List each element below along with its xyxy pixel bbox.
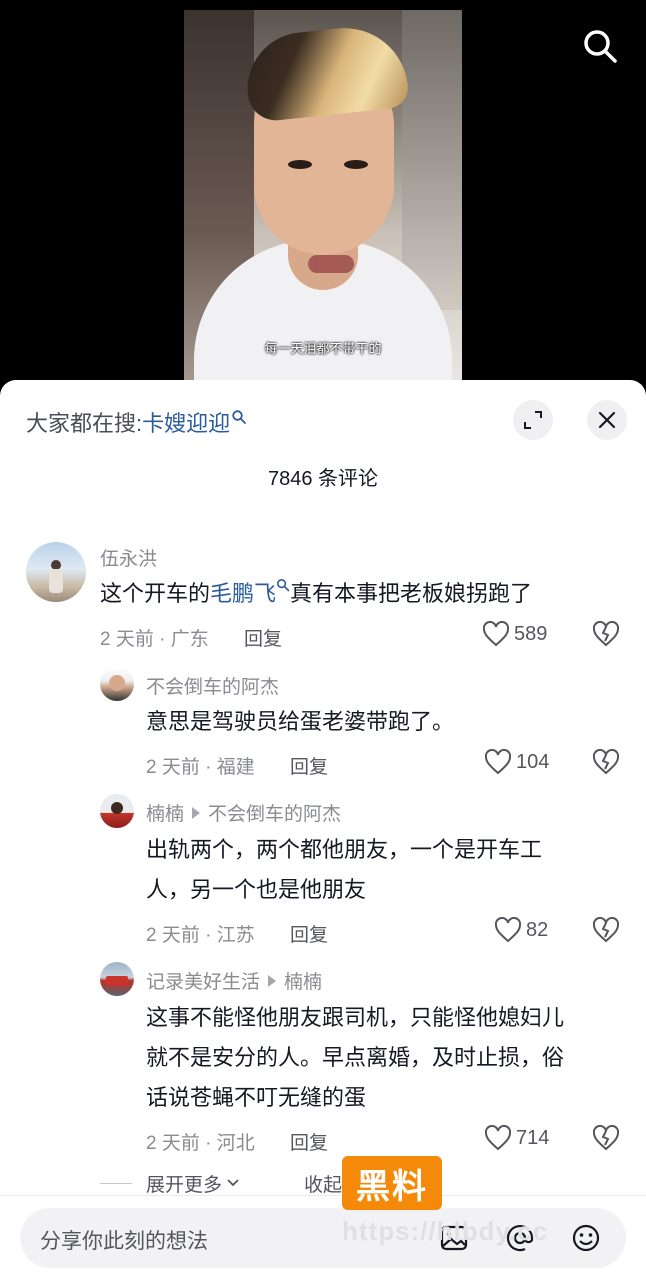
divider xyxy=(0,1195,646,1196)
watermark-url: https://hlbdy.cc xyxy=(342,1216,549,1246)
avatar[interactable] xyxy=(26,542,86,602)
like-count: 104 xyxy=(516,750,550,773)
reply-author-line: 记录美好生活 楠楠 xyxy=(146,967,322,994)
reply-to-author[interactable]: 楠楠 xyxy=(284,972,322,993)
like-count: 82 xyxy=(526,918,549,941)
broken-heart-icon[interactable] xyxy=(592,748,620,776)
like-button[interactable]: 589 xyxy=(482,620,547,648)
video-person-mouth xyxy=(308,255,354,273)
close-icon xyxy=(598,411,616,429)
chevron-down-icon xyxy=(227,1179,239,1187)
expand-button[interactable] xyxy=(513,400,553,440)
search-icon xyxy=(232,410,247,424)
broken-heart-icon[interactable] xyxy=(592,620,620,648)
like-count: 714 xyxy=(516,1126,550,1149)
reply-text-line: 就不是安分的人。早点离婚，及时止损，俗 xyxy=(146,1045,565,1070)
heart-icon xyxy=(494,917,522,943)
comment-text: 这个开车的毛鹏飞 真有本事把老板娘拐跑了 xyxy=(100,574,532,614)
reply-button[interactable]: 回复 xyxy=(290,920,328,947)
broken-heart-icon[interactable] xyxy=(592,916,620,944)
heart-icon xyxy=(484,1125,512,1151)
like-button[interactable]: 104 xyxy=(484,748,549,776)
reply-author-line: 楠楠 不会倒车的阿杰 xyxy=(146,799,341,826)
reply-meta: 2 天前 · 福建 xyxy=(146,757,255,778)
reply-meta: 2 天前 · 河北 xyxy=(146,1133,255,1154)
video-person-eye xyxy=(344,160,368,169)
expand-more-button[interactable]: 展开更多 xyxy=(100,1170,241,1196)
video-person-hair xyxy=(241,21,411,124)
comment-keyword-link[interactable]: 毛鹏飞 xyxy=(210,581,276,606)
reply-arrow-icon xyxy=(268,975,277,987)
comment-input-placeholder: 分享你此刻的想法 xyxy=(40,1230,208,1253)
avatar[interactable] xyxy=(100,667,134,701)
comment-text-part: 真有本事把老板娘拐跑了 xyxy=(290,581,533,606)
reply-text-line: 出轨两个，两个都他朋友，一个是开车工 xyxy=(146,837,543,862)
comment-meta: 2 天前 · 广东 xyxy=(100,629,209,650)
reply-button[interactable]: 回复 xyxy=(290,1128,328,1155)
comment-author[interactable]: 伍永洪 xyxy=(100,544,157,571)
heart-icon xyxy=(484,749,512,775)
close-button[interactable] xyxy=(587,400,627,440)
heart-icon xyxy=(482,621,510,647)
like-count: 589 xyxy=(514,622,548,645)
avatar[interactable] xyxy=(100,794,134,828)
hot-search-prefix: 大家都在搜: xyxy=(26,411,143,436)
avatar-truck xyxy=(106,976,128,986)
search-icon xyxy=(277,578,290,592)
comment-text-part: 这个开车的 xyxy=(100,581,211,606)
reply-to-author[interactable]: 不会倒车的阿杰 xyxy=(208,804,341,825)
video-person-eye xyxy=(288,160,312,169)
avatar[interactable] xyxy=(100,962,134,996)
reply-button[interactable]: 回复 xyxy=(290,752,328,779)
comment-count: 7846 条评论 xyxy=(267,468,379,490)
reply-text-line: 人，另一个也是他朋友 xyxy=(146,877,367,902)
avatar-figure-body xyxy=(49,569,63,593)
avatar-face xyxy=(111,802,123,814)
reply-author[interactable]: 记录美好生活 xyxy=(146,972,260,993)
reply-text-line: 话说苍蝇不叮无缝的蛋 xyxy=(146,1085,367,1110)
comment-sheet: 大家都在搜:卡嫂迎迎 7846 条评论 伍永洪 这个开车的毛鹏飞 真有本事把老板娘… xyxy=(0,380,646,1280)
video-background-right xyxy=(402,10,462,310)
reply-text-line: 这事不能怪他朋友跟司机，只能怪他媳妇儿 xyxy=(146,1005,565,1030)
broken-heart-icon[interactable] xyxy=(592,1124,620,1152)
collapse-button[interactable]: 收起 xyxy=(304,1170,342,1197)
hot-search-keyword[interactable]: 卡嫂迎迎 xyxy=(142,411,230,436)
expand-icon xyxy=(524,411,542,429)
divider xyxy=(100,1182,132,1184)
emoji-icon[interactable] xyxy=(570,1222,602,1254)
reply-arrow-icon xyxy=(192,807,201,819)
reply-text: 意思是驾驶员给蛋老婆带跑了。 xyxy=(146,709,455,734)
hot-search-bar[interactable]: 大家都在搜:卡嫂迎迎 xyxy=(26,406,247,438)
reply-author[interactable]: 不会倒车的阿杰 xyxy=(146,672,279,699)
expand-more-label: 展开更多 xyxy=(146,1174,223,1196)
video-frame[interactable]: 每一天泪都不带干的 xyxy=(184,10,462,382)
like-button[interactable]: 714 xyxy=(484,1124,549,1152)
video-subtitle: 每一天泪都不带干的 xyxy=(264,341,382,356)
reply-author[interactable]: 楠楠 xyxy=(146,804,184,825)
search-icon[interactable] xyxy=(580,26,620,66)
watermark-badge: 黑料 xyxy=(342,1156,442,1210)
avatar-face xyxy=(109,675,125,691)
video-player[interactable]: 每一天泪都不带干的 xyxy=(0,0,646,392)
reply-button[interactable]: 回复 xyxy=(244,624,282,651)
reply-meta: 2 天前 · 江苏 xyxy=(146,925,255,946)
like-button[interactable]: 82 xyxy=(494,916,548,944)
